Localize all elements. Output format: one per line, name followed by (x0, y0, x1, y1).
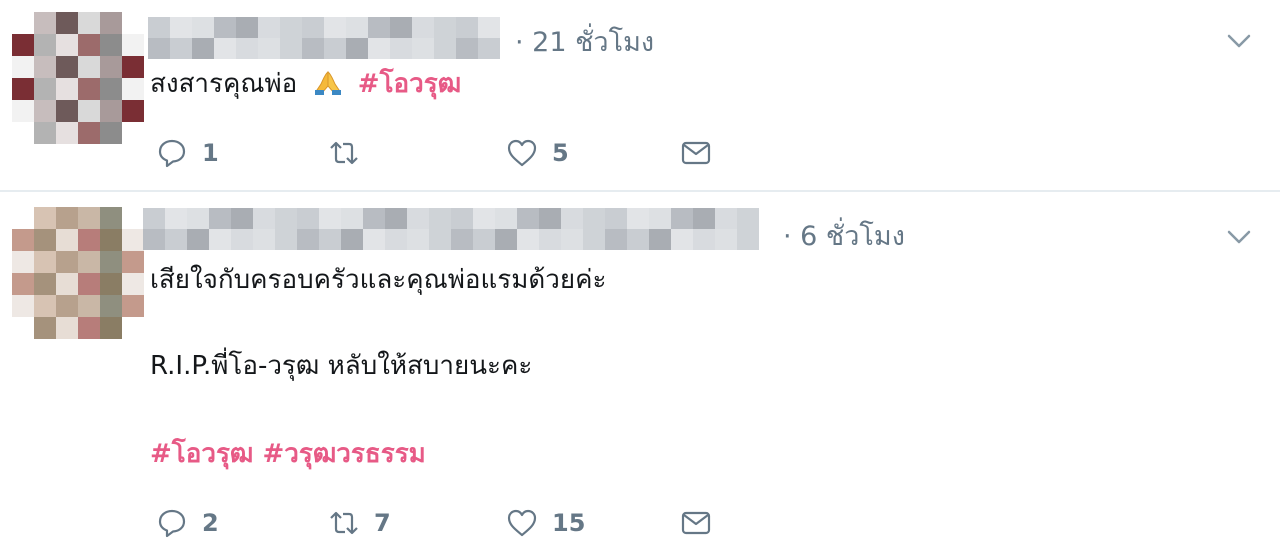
retweet-button[interactable]: 7 (328, 503, 391, 543)
direct-message-button[interactable] (680, 133, 712, 173)
folded-hands-emoji (314, 71, 341, 95)
avatar[interactable] (12, 207, 144, 339)
heart-icon (507, 509, 537, 537)
tweet-timestamp[interactable]: · 6 ชั่วโมง (783, 214, 905, 257)
hashtag-link[interactable]: #โอวรุฒ (358, 69, 461, 99)
hashtag-links[interactable]: #โอวรุฒ #วรุฒวรธรรม (150, 436, 426, 472)
reply-icon (158, 139, 186, 168)
blurred-username[interactable] (143, 208, 759, 250)
tweet-text-line-1: เสียใจกับครอบครัวและคุณพ่อแรมด้วยค่ะ (150, 265, 607, 295)
envelope-icon (681, 141, 711, 165)
like-button[interactable]: 15 (506, 503, 585, 543)
reply-count: 2 (202, 509, 219, 537)
tweet-timestamp[interactable]: · 21 ชั่วโมง (515, 20, 654, 63)
tweet-actions: 2 7 15 (156, 503, 756, 543)
reply-icon (158, 509, 186, 538)
reply-count: 1 (202, 139, 219, 167)
like-count: 5 (552, 139, 569, 167)
retweet-button[interactable] (328, 133, 374, 173)
reply-button[interactable]: 2 (156, 503, 219, 543)
chevron-down-icon[interactable] (1224, 222, 1254, 252)
tweet-1[interactable]: · 21 ชั่วโมง สงสารคุณพ่อ #โอวรุฒ 1 5 (0, 0, 1280, 190)
like-button[interactable]: 5 (506, 133, 569, 173)
like-count: 15 (552, 509, 586, 537)
direct-message-button[interactable] (680, 503, 712, 543)
tweet-text: สงสารคุณพ่อ #โอวรุฒ (150, 66, 461, 102)
retweet-icon (330, 511, 358, 535)
tweet-text-line-2: R.I.P.พี่โอ-วรุฒ หลับให้สบายนะคะ (150, 351, 533, 381)
tweet-2[interactable]: · 6 ชั่วโมง เสียใจกับครอบครัวและคุณพ่อแร… (0, 192, 1280, 559)
avatar[interactable] (12, 12, 144, 144)
retweet-icon (330, 141, 358, 165)
blurred-username[interactable] (148, 17, 500, 59)
heart-icon (507, 139, 537, 167)
envelope-icon (681, 511, 711, 535)
chevron-down-icon[interactable] (1224, 26, 1254, 56)
tweet-body: สงสารคุณพ่อ (150, 69, 298, 99)
reply-button[interactable]: 1 (156, 133, 219, 173)
retweet-count: 7 (374, 509, 391, 537)
tweet-actions: 1 5 (156, 133, 756, 173)
